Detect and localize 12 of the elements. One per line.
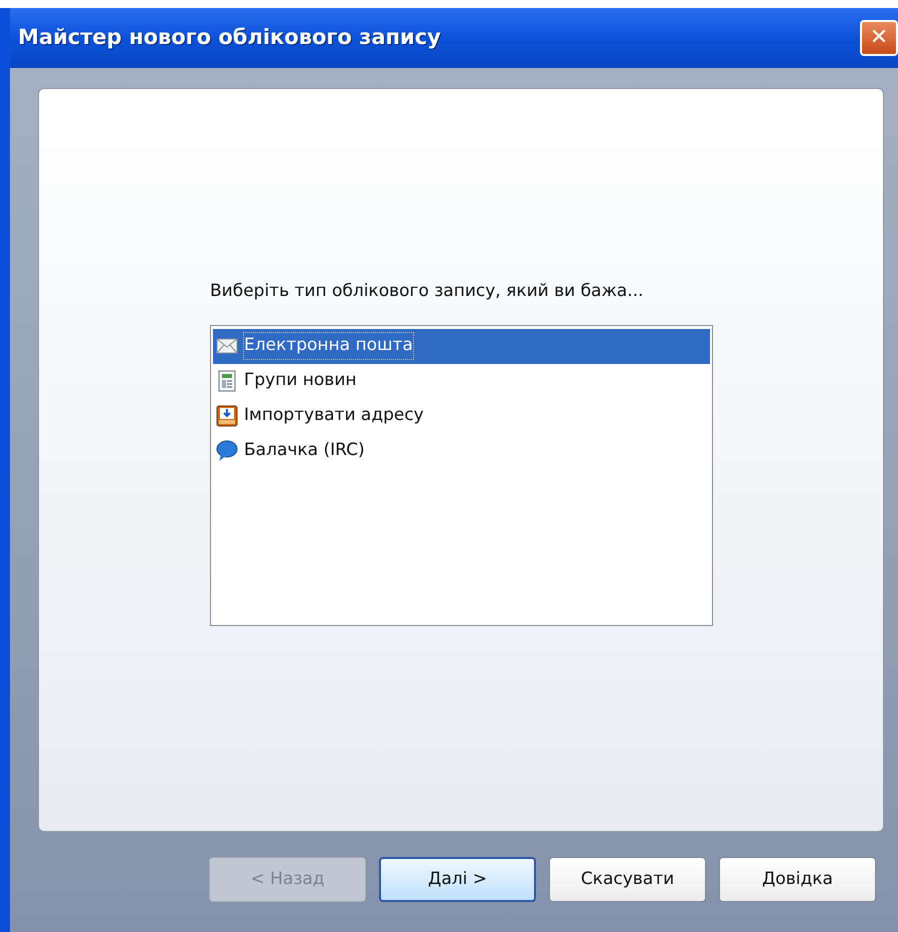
wizard-button[interactable]: Скасувати: [549, 857, 706, 902]
list-item[interactable]: Електронна пошта: [213, 328, 710, 364]
list-item[interactable]: Групи новин: [213, 364, 710, 398]
list-item[interactable]: Балачка (IRC): [213, 434, 710, 468]
speech-bubble-icon: [216, 440, 238, 462]
prompt-text: Виберіть тип облікового запису, який ви бажа...: [210, 280, 644, 303]
newspaper-icon: [216, 370, 238, 392]
inbox-download-icon: [216, 405, 238, 427]
window-title: Майстер нового облікового запису: [18, 24, 441, 52]
wizard-button[interactable]: Далі >: [379, 857, 536, 902]
list-item[interactable]: Імпортувати адресу: [213, 398, 710, 434]
wizard-button[interactable]: Довідка: [719, 857, 876, 902]
